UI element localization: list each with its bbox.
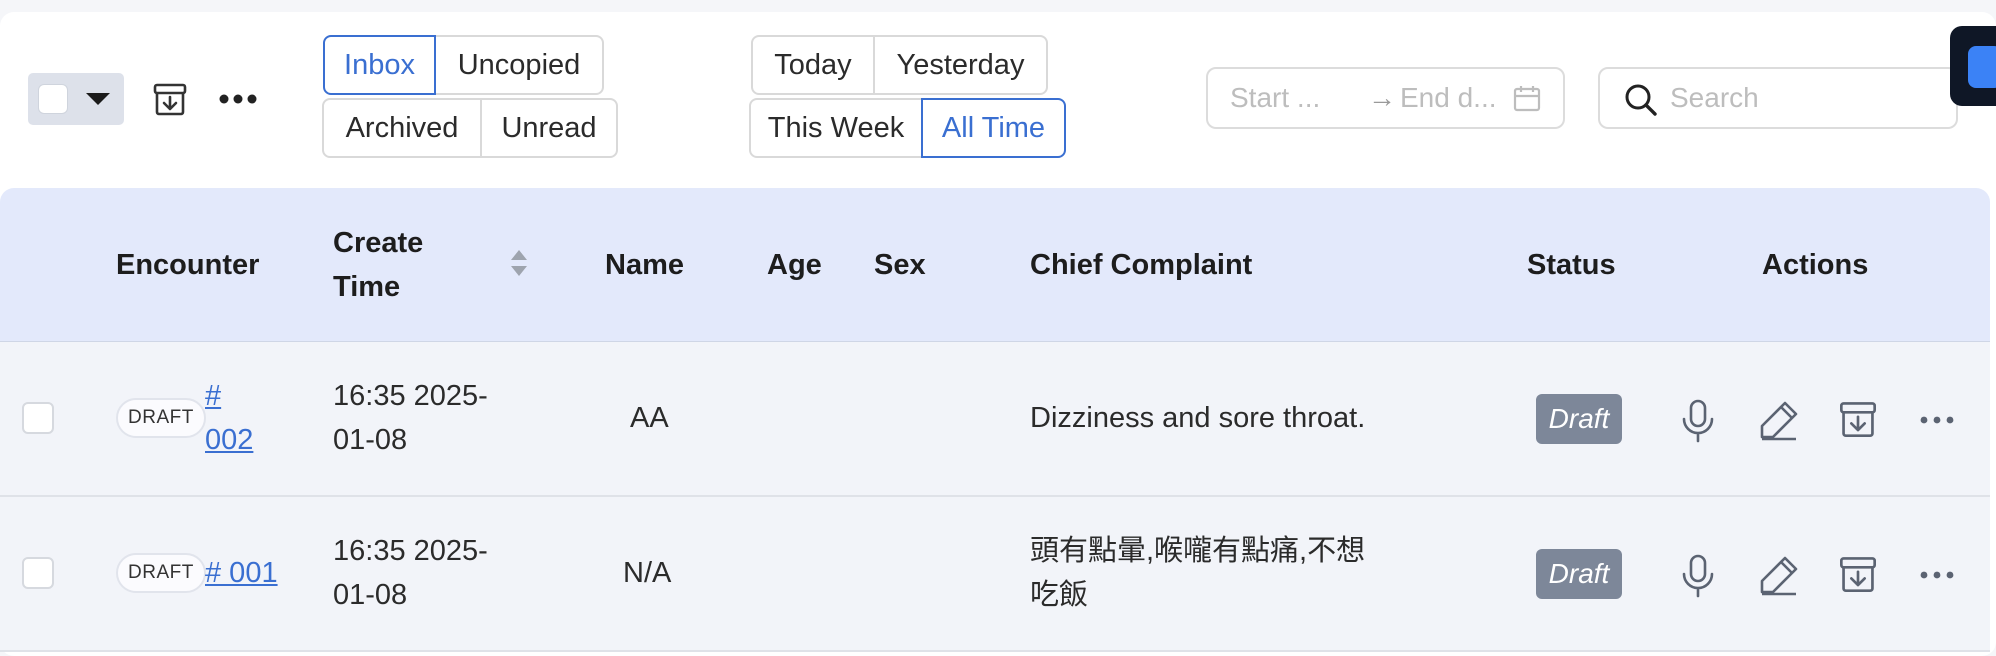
search-placeholder: Search bbox=[1670, 82, 1759, 113]
header-create-time[interactable]: Create Time bbox=[333, 221, 453, 309]
status-badge: Draft bbox=[1536, 549, 1622, 599]
sort-icon[interactable] bbox=[510, 248, 528, 278]
more-horizontal-icon[interactable] bbox=[218, 90, 258, 108]
header-sex: Sex bbox=[874, 249, 926, 281]
microphone-icon[interactable] bbox=[1678, 553, 1718, 599]
range-arrow-icon: → bbox=[1368, 82, 1396, 113]
edit-icon[interactable] bbox=[1757, 553, 1801, 597]
patient-name: AA bbox=[630, 402, 669, 434]
filter-this-week[interactable]: This Week bbox=[749, 98, 923, 158]
header-chief-complaint: Chief Complaint bbox=[1030, 249, 1253, 281]
header-name: Name bbox=[605, 249, 684, 281]
archive-download-icon[interactable] bbox=[1838, 398, 1878, 440]
select-all-dropdown[interactable] bbox=[28, 73, 124, 125]
heart-pulse-icon bbox=[1968, 46, 1996, 88]
start-date-placeholder[interactable]: Start ... bbox=[1230, 82, 1320, 114]
search-input[interactable]: Search bbox=[1598, 67, 1958, 129]
archive-download-icon[interactable] bbox=[152, 81, 188, 117]
filter-unread[interactable]: Unread bbox=[480, 98, 618, 158]
more-horizontal-icon[interactable] bbox=[1919, 414, 1955, 426]
filter-archived[interactable]: Archived bbox=[322, 98, 482, 158]
status-badge: Draft bbox=[1536, 394, 1622, 444]
filter-yesterday[interactable]: Yesterday bbox=[873, 35, 1048, 95]
date-range-picker[interactable]: Start ... → End d... bbox=[1206, 67, 1565, 129]
draft-tag: DRAFT bbox=[116, 398, 206, 438]
chief-complaint: 頭有點暈,喉嚨有點痛,不想吃飯 bbox=[1030, 535, 1366, 611]
header-status: Status bbox=[1527, 249, 1616, 281]
filter-today[interactable]: Today bbox=[751, 35, 875, 95]
microphone-icon[interactable] bbox=[1678, 398, 1718, 444]
table-row[interactable]: DRAFT # 001 16:35 2025-01-08 N/A 頭有點暈,喉嚨… bbox=[0, 497, 1990, 652]
row-checkbox[interactable] bbox=[22, 557, 54, 589]
create-time: 16:35 2025-01-08 bbox=[333, 380, 488, 456]
header-age: Age bbox=[767, 249, 822, 281]
table-header: Encounter Create Time Name Age Sex Chief… bbox=[0, 188, 1990, 342]
select-all-checkbox[interactable] bbox=[38, 84, 68, 114]
create-time: 16:35 2025-01-08 bbox=[333, 535, 488, 611]
edit-icon[interactable] bbox=[1757, 398, 1801, 442]
more-horizontal-icon[interactable] bbox=[1919, 569, 1955, 581]
encounter-link[interactable]: # 001 bbox=[205, 551, 278, 595]
chief-complaint: Dizziness and sore throat. bbox=[1030, 402, 1366, 434]
filter-inbox[interactable]: Inbox bbox=[323, 35, 436, 95]
assistant-launcher-button[interactable] bbox=[1950, 26, 1996, 106]
archive-download-icon[interactable] bbox=[1838, 553, 1878, 595]
row-checkbox[interactable] bbox=[22, 402, 54, 434]
header-actions: Actions bbox=[1762, 249, 1869, 281]
filter-uncopied[interactable]: Uncopied bbox=[434, 35, 604, 95]
encounter-link[interactable]: # 002 bbox=[205, 374, 265, 462]
filter-all-time[interactable]: All Time bbox=[921, 98, 1066, 158]
table-row[interactable]: DRAFT # 002 16:35 2025-01-08 AA Dizzines… bbox=[0, 342, 1990, 497]
draft-tag: DRAFT bbox=[116, 553, 206, 593]
search-icon bbox=[1625, 84, 1657, 116]
chevron-down-icon[interactable] bbox=[86, 93, 110, 105]
patient-name: N/A bbox=[623, 557, 672, 589]
header-encounter: Encounter bbox=[116, 249, 260, 281]
end-date-placeholder[interactable]: End d... bbox=[1400, 82, 1497, 114]
calendar-icon[interactable] bbox=[1512, 84, 1542, 114]
